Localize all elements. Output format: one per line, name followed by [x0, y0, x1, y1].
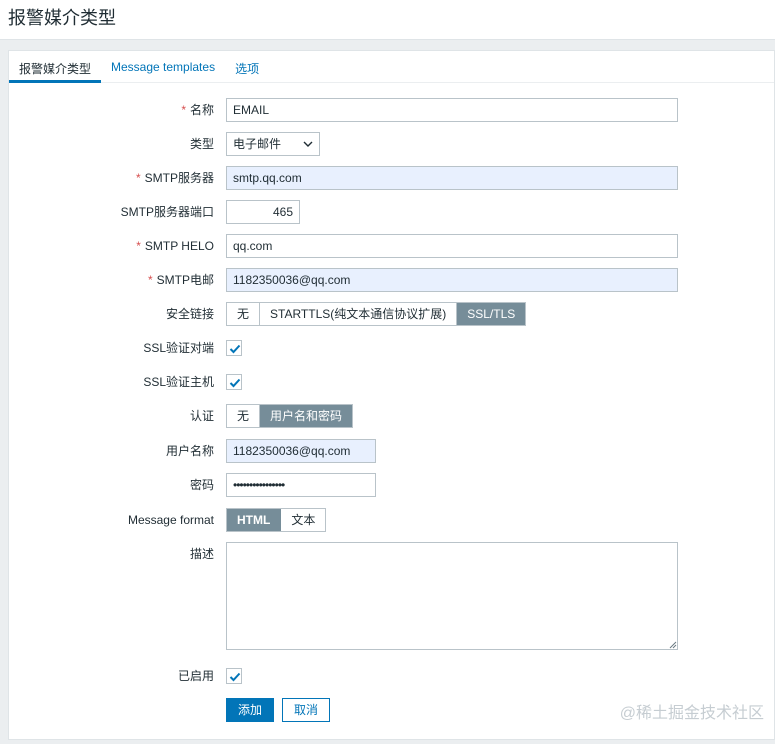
tab-message-templates[interactable]: Message templates — [101, 51, 225, 83]
row-smtp-port: SMTP服务器端口 465 — [9, 200, 774, 224]
ssl-verify-peer-checkbox[interactable] — [226, 340, 242, 356]
row-username: 用户名称 1182350036@qq.com — [9, 439, 774, 463]
required-asterisk: * — [136, 239, 141, 253]
message-format-label: Message format — [127, 513, 214, 527]
row-smtp-server: * SMTP服务器 smtp.qq.com — [9, 166, 774, 190]
row-password: 密码 •••••••••••••••• — [9, 473, 774, 497]
message-format-segmented-control: HTML 文本 — [226, 508, 327, 532]
name-label: * 名称 — [181, 98, 214, 122]
ssl-verify-host-checkbox[interactable] — [226, 374, 242, 390]
required-asterisk: * — [181, 103, 186, 117]
message-format-option-html[interactable]: HTML — [227, 509, 282, 531]
row-enabled: 已启用 — [9, 664, 774, 688]
security-option-none[interactable]: 无 — [227, 303, 261, 325]
auth-option-username-password[interactable]: 用户名和密码 — [260, 405, 353, 427]
row-smtp-email: * SMTP电邮 1182350036@qq.com — [9, 268, 774, 292]
smtp-helo-input[interactable]: qq.com — [226, 234, 678, 258]
name-input[interactable]: EMAIL — [226, 98, 678, 122]
row-smtp-helo: * SMTP HELO qq.com — [9, 234, 774, 258]
type-select-value: 电子邮件 — [233, 137, 282, 151]
tab-media-type[interactable]: 报警媒介类型 — [9, 51, 102, 83]
row-description: 描述 — [9, 542, 774, 650]
smtp-port-input[interactable]: 465 — [226, 200, 300, 224]
security-label: 安全链接 — [165, 307, 214, 321]
smtp-server-input[interactable]: smtp.qq.com — [226, 166, 678, 190]
cancel-button[interactable]: 取消 — [282, 698, 331, 722]
row-name: * 名称 EMAIL — [9, 98, 774, 122]
row-message-format: Message format HTML 文本 — [9, 508, 774, 532]
enabled-checkbox[interactable] — [226, 668, 242, 684]
ssl-verify-host-label: SSL验证主机 — [143, 375, 214, 389]
username-label: 用户名称 — [165, 444, 214, 458]
security-segmented-control: 无 STARTTLS(纯文本通信协议扩展) SSL/TLS — [226, 302, 527, 326]
row-ssl-verify-host: SSL验证主机 — [9, 370, 774, 394]
checkmark-icon — [229, 378, 241, 388]
tab-bar: 报警媒介类型 Message templates 选项 — [9, 51, 774, 83]
smtp-port-label: SMTP服务器端口 — [120, 205, 214, 219]
resize-grip-icon[interactable] — [669, 641, 677, 649]
smtp-email-input[interactable]: 1182350036@qq.com — [226, 268, 678, 292]
description-label: 描述 — [189, 547, 214, 561]
add-button[interactable]: 添加 — [226, 698, 275, 722]
password-input[interactable]: •••••••••••••••• — [226, 473, 376, 497]
smtp-helo-label-text: SMTP HELO — [144, 239, 214, 253]
required-asterisk: * — [147, 273, 153, 287]
description-textarea[interactable] — [226, 542, 678, 650]
username-input[interactable]: 1182350036@qq.com — [226, 439, 376, 463]
auth-label: 认证 — [189, 409, 214, 423]
type-select[interactable]: 电子邮件 — [226, 132, 320, 156]
enabled-label: 已启用 — [177, 669, 214, 683]
auth-option-none[interactable]: 无 — [227, 405, 261, 427]
smtp-server-label-text: SMTP服务器 — [144, 171, 214, 185]
smtp-helo-label: * SMTP HELO — [136, 234, 214, 258]
smtp-email-label-text: SMTP电邮 — [156, 273, 214, 287]
message-format-option-text[interactable]: 文本 — [281, 509, 326, 531]
checkmark-icon — [229, 672, 241, 682]
ssl-verify-peer-label: SSL验证对端 — [143, 341, 214, 355]
required-asterisk: * — [135, 171, 141, 185]
row-ssl-verify-peer: SSL验证对端 — [9, 336, 774, 360]
security-option-starttls[interactable]: STARTTLS(纯文本通信协议扩展) — [260, 303, 458, 325]
auth-segmented-control: 无 用户名和密码 — [226, 404, 354, 428]
row-type: 类型 电子邮件 — [9, 132, 774, 156]
row-security: 安全链接 无 STARTTLS(纯文本通信协议扩展) SSL/TLS — [9, 302, 774, 326]
row-auth: 认证 无 用户名和密码 — [9, 404, 774, 428]
tab-options[interactable]: 选项 — [225, 51, 269, 83]
chevron-down-icon — [303, 133, 313, 164]
checkmark-icon — [229, 344, 241, 354]
page-title: 报警媒介类型 — [8, 8, 116, 28]
smtp-email-label: * SMTP电邮 — [148, 268, 214, 292]
password-label: 密码 — [189, 478, 214, 492]
form-card: 报警媒介类型 Message templates 选项 * 名称 EMAIL 类型… — [8, 50, 775, 740]
smtp-server-label: * SMTP服务器 — [136, 166, 214, 190]
watermark-text: @稀土掘金技术社区 — [619, 705, 764, 722]
type-label: 类型 — [189, 137, 214, 151]
page-header: 报警媒介类型 — [0, 0, 775, 40]
name-label-text: 名称 — [189, 103, 214, 117]
security-option-ssl-tls[interactable]: SSL/TLS — [457, 303, 526, 325]
